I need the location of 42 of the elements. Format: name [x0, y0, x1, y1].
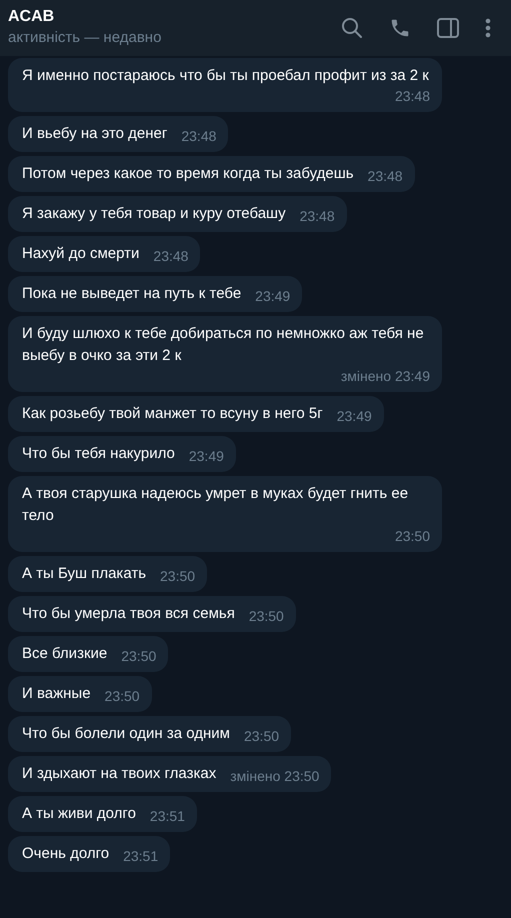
- message-time: 23:50: [104, 687, 140, 705]
- message-text: Нахуй до смерти: [22, 244, 140, 264]
- message-time: 23:48: [394, 87, 430, 105]
- message-time: 23:51: [122, 847, 158, 865]
- message-text: Я закажу у тебя товар и куру отебашу: [22, 204, 286, 224]
- message-text: И вьебу на это денег: [22, 124, 168, 144]
- message-time: 23:49: [254, 287, 290, 305]
- more-icon[interactable]: [485, 18, 491, 38]
- message-text: И важные: [22, 684, 91, 704]
- message-text: Потом через какое то время когда ты забудешь: [22, 164, 354, 184]
- message-text: Все близкие: [22, 644, 108, 664]
- message-time: 23:51: [148, 807, 185, 825]
- message-text: Очень долго: [22, 844, 110, 864]
- message-time: 23:50: [394, 527, 430, 545]
- phone-icon[interactable]: [389, 17, 411, 39]
- chat-status: активність — недавно: [8, 28, 162, 48]
- chat-title: ACAB: [8, 7, 56, 27]
- message-text: Пока не выведет на путь к тебе: [22, 284, 242, 304]
- search-icon[interactable]: [341, 17, 363, 39]
- message-time: 23:49: [188, 447, 224, 465]
- message-time: 23:50: [242, 727, 280, 745]
- message-text: И здыхают на твоих глазках: [22, 764, 216, 784]
- message-time: 23:48: [180, 127, 216, 145]
- message-text: Что бы тебя накурило: [22, 444, 175, 464]
- sidebar-icon[interactable]: [437, 18, 459, 38]
- message-time: 23:50: [159, 567, 196, 585]
- message-time: змінено 23:50: [229, 767, 320, 785]
- message-text: А твоя старушка надеюсь умрет в муках будет гнить ее тело: [22, 484, 410, 526]
- message-text: Я именно постараюсь что бы ты проебал профит из за 2 к: [22, 66, 429, 86]
- message-text: А ты живи долго: [22, 804, 136, 824]
- message-text: А ты Буш плакать: [22, 564, 146, 584]
- message-time: 23:49: [336, 407, 372, 425]
- message-time: 23:50: [248, 607, 284, 625]
- message-time: 23:50: [120, 647, 156, 665]
- message-text: Что бы болели один за одним: [22, 724, 230, 744]
- message-time: 23:48: [366, 167, 403, 185]
- message-time: 23:48: [298, 207, 335, 225]
- message-time: 23:48: [152, 247, 188, 265]
- message-text: Как розьебу твой манжет то всуну в него 5г: [22, 404, 323, 424]
- message-time: змінено 23:49: [340, 367, 430, 385]
- message-text: Что бы умерла твоя вся семья: [22, 604, 235, 624]
- message-text: И буду шлюхо к тебе добираться по немножко аж тебя не выебу в очко за эти 2 к: [22, 324, 425, 366]
